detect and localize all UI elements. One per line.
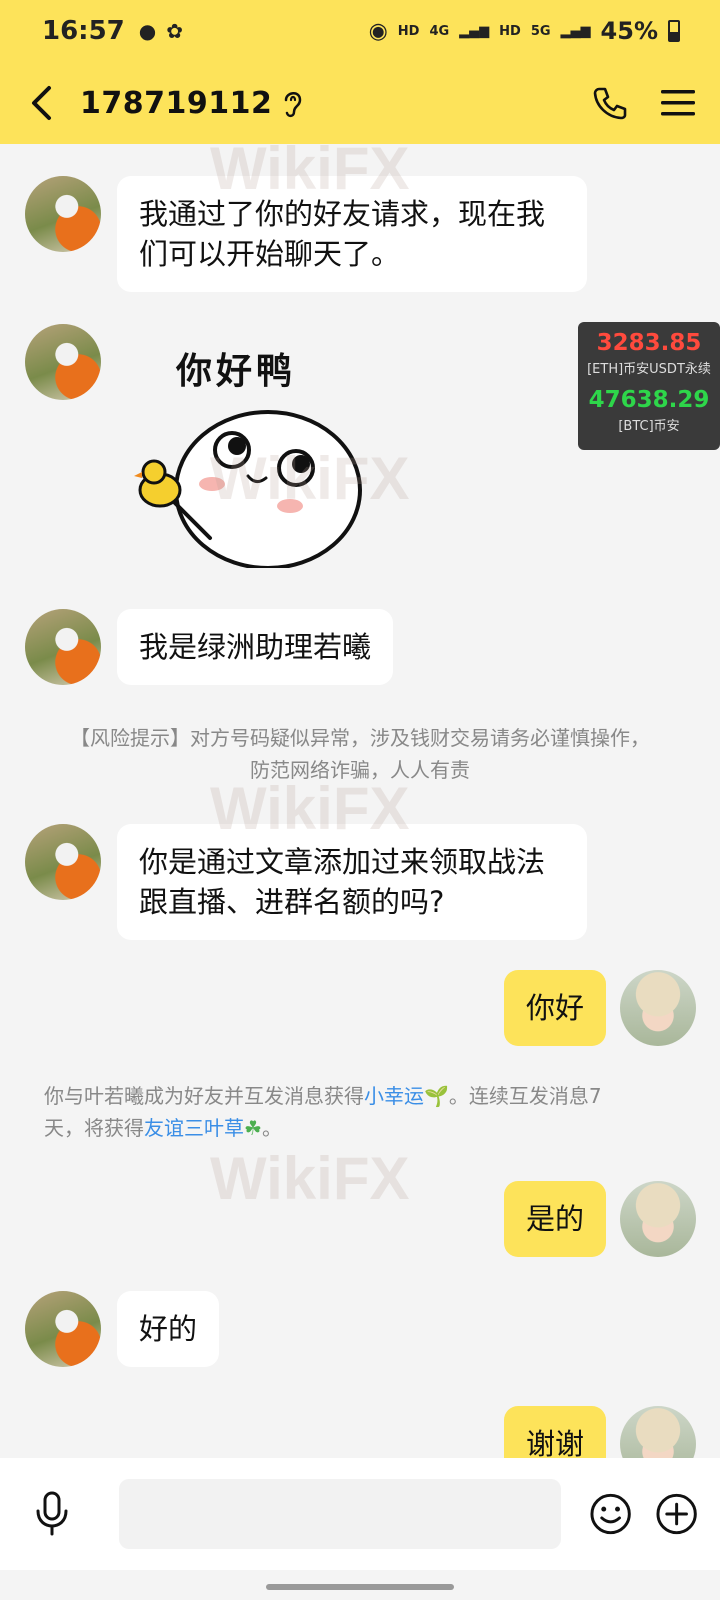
friendship-notice-line1: 你与叶若曦成为好友并互发消息获得小幸运🌱。连续互发消息7 xyxy=(44,1080,674,1112)
friendship-text-4: 。 xyxy=(261,1116,282,1140)
back-button[interactable] xyxy=(20,81,64,125)
contact-avatar[interactable] xyxy=(25,824,101,900)
plus-icon[interactable] xyxy=(655,1492,698,1536)
sprout-icon: 🌱 xyxy=(424,1084,449,1108)
watermark-text: WikiFX xyxy=(210,1145,410,1212)
my-avatar[interactable] xyxy=(620,1181,696,1257)
status-right: ◉ HD 4G ▂▄▆ HD 5G ▂▄▆ 45% xyxy=(369,17,680,45)
my-avatar[interactable] xyxy=(620,1406,696,1458)
chevron-left-icon xyxy=(32,86,51,120)
chat-title: 178719112 xyxy=(80,85,273,121)
emoji-icon[interactable] xyxy=(589,1492,632,1536)
sticker-caption: 你好鸭 xyxy=(176,351,297,392)
my-message-bubble[interactable]: 你好 xyxy=(504,970,607,1046)
system-nav-bar xyxy=(0,1570,720,1600)
friendship-text-3: 天，将获得 xyxy=(44,1116,144,1140)
clover-icon: ☘ xyxy=(244,1116,262,1140)
net-4g-label: 4G xyxy=(429,23,450,39)
message-bubble[interactable]: 我是绿洲助理若曦 xyxy=(117,609,394,685)
clover-link[interactable]: 友谊三叶草 xyxy=(144,1116,244,1140)
message-bubble[interactable]: 我通过了你的好友请求，现在我们可以开始聊天了。 xyxy=(117,176,587,292)
eth-price: 3283.85 xyxy=(596,330,702,356)
contact-avatar[interactable] xyxy=(25,176,101,252)
risk-notice-line1: 【风险提示】对方号码疑似异常，涉及钱财交易请务必谨慎操作， xyxy=(70,726,650,750)
lucky-link[interactable]: 小幸运 xyxy=(364,1084,424,1108)
voice-button[interactable] xyxy=(22,1484,81,1544)
friendship-text-2: 。连续互发消息7 xyxy=(448,1084,602,1108)
network-label-right: HD xyxy=(499,23,521,39)
net-5g-label: 5G xyxy=(530,23,551,39)
contact-avatar[interactable] xyxy=(25,1291,101,1367)
paw-icon: ✿ xyxy=(166,19,183,43)
status-bar: 16:57 ● ✿ ◉ HD 4G ▂▄▆ HD 5G ▂▄▆ 45% xyxy=(0,0,720,62)
network-label-left: HD xyxy=(397,23,420,39)
battery-percent: 45% xyxy=(600,17,658,45)
my-message-bubble[interactable]: 是的 xyxy=(504,1181,607,1257)
chat-header: 178719112 xyxy=(0,62,720,144)
call-button[interactable] xyxy=(588,81,632,125)
btc-pair-label: [BTC]币安 xyxy=(618,419,680,434)
message-input-bar xyxy=(0,1458,720,1570)
contact-avatar[interactable] xyxy=(25,609,101,685)
signal-icon-2: ▂▄▆ xyxy=(560,23,591,39)
message-bubble[interactable]: 好的 xyxy=(117,1291,220,1367)
status-time: 16:57 xyxy=(42,16,125,46)
ear-icon[interactable] xyxy=(280,86,306,120)
battery-icon xyxy=(668,20,680,42)
contact-avatar[interactable] xyxy=(25,324,101,400)
friendship-notice-line2: 天，将获得友谊三叶草☘。 xyxy=(44,1112,674,1144)
friendship-text-1: 你与叶若曦成为好友并互发消息获得 xyxy=(44,1084,364,1108)
signal-icon: ▂▄▆ xyxy=(459,23,490,39)
smiley-sticker-icon xyxy=(134,410,362,568)
microphone-icon xyxy=(36,1491,67,1536)
my-avatar[interactable] xyxy=(620,970,696,1046)
menu-icon xyxy=(661,90,695,116)
message-input[interactable] xyxy=(119,1479,562,1549)
sticker-message[interactable]: 你好鸭 xyxy=(130,334,370,568)
message-bubble[interactable]: 你是通过文章添加过来领取战法跟直播、进群名额的吗? xyxy=(117,824,587,940)
crypto-ticker-widget[interactable]: 3283.85 [ETH]币安USDT永续 47638.29 [BTC]币安 xyxy=(578,322,720,450)
phone-icon xyxy=(593,87,627,120)
eth-pair-label: [ETH]币安USDT永续 xyxy=(587,362,711,377)
my-message-bubble[interactable]: 谢谢 xyxy=(504,1406,607,1458)
friendship-notice: 你与叶若曦成为好友并互发消息获得小幸运🌱。连续互发消息7 天，将获得友谊三叶草☘… xyxy=(44,1080,674,1144)
hotspot-icon: ◉ xyxy=(368,18,388,44)
risk-notice: 【风险提示】对方号码疑似异常，涉及钱财交易请务必谨慎操作， 防范网络诈骗，人人有… xyxy=(40,722,680,786)
home-handle[interactable] xyxy=(266,1584,454,1590)
risk-notice-line2: 防范网络诈骗，人人有责 xyxy=(250,758,470,782)
more-menu-button[interactable] xyxy=(656,81,700,125)
btc-price: 47638.29 xyxy=(588,387,710,413)
notification-icon: ● xyxy=(138,19,157,43)
